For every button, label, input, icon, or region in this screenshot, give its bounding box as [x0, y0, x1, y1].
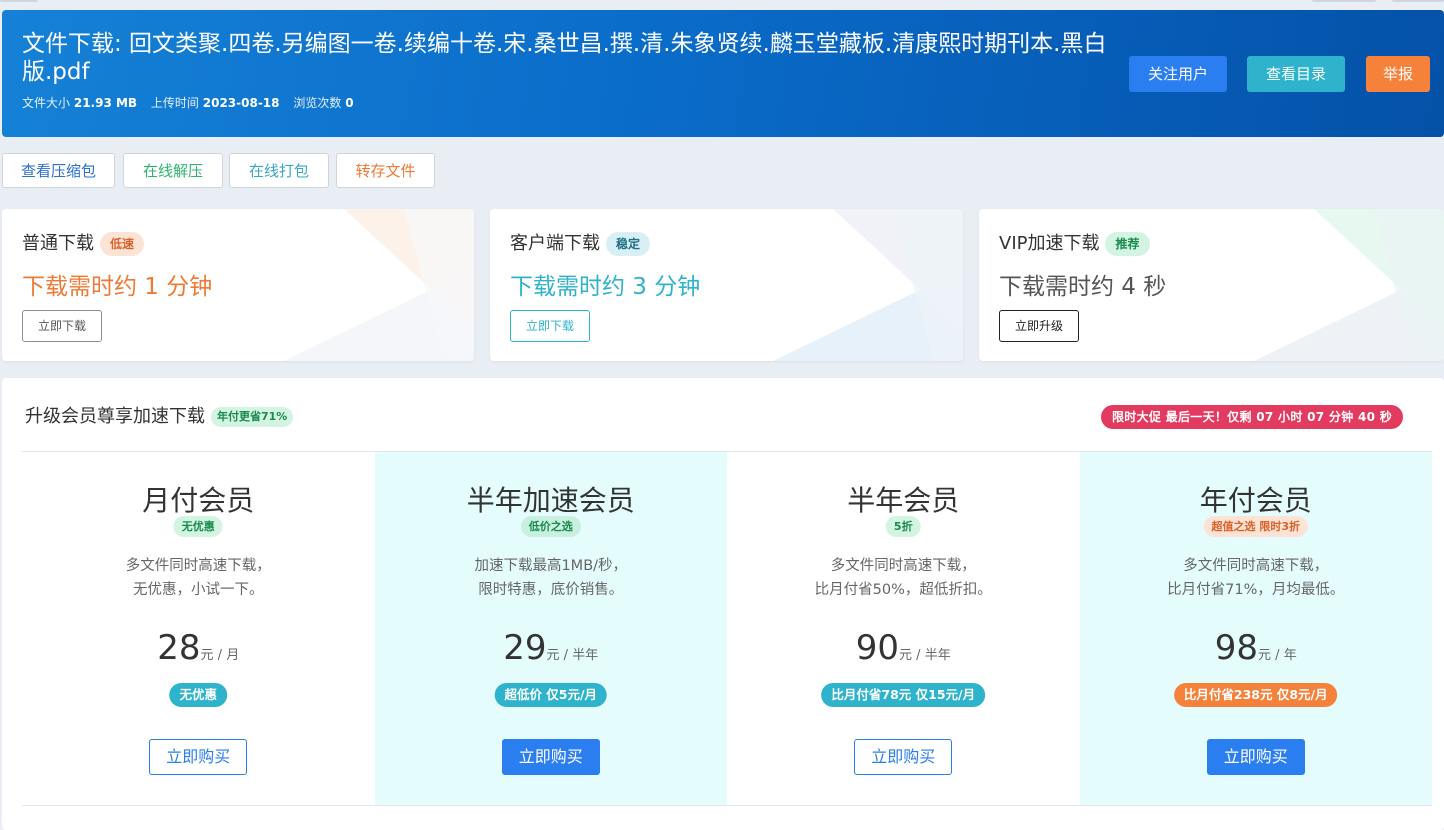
plan-tag: 低价之选 [520, 516, 581, 537]
plan-description: 多文件同时高速下载， 比月付省71%，月均最低。 [1167, 558, 1345, 598]
plan-name: 年付会员 [1199, 484, 1312, 517]
membership-title: 升级会员尊享加速下载 [25, 406, 205, 427]
buy-button[interactable]: 立即购买 [854, 739, 953, 775]
card-decoration [1254, 209, 1444, 361]
plan-savings-badge: 比月付省78元 仅15元/月 [821, 683, 986, 707]
plan-savings-badge: 比月付省238元 仅8元/月 [1173, 683, 1338, 707]
follow-user-button[interactable]: 关注用户 [1129, 56, 1227, 92]
file-title: 文件下载: 回文类聚.四卷.另编图一卷.续编十卷.宋.桑世昌.撰.清.朱象贤续.… [22, 31, 1107, 85]
plan-price: 98元 / 年 [1214, 628, 1297, 668]
pack-online-button[interactable]: 在线打包 [229, 153, 329, 188]
plan-half-year: 半年会员 5折 多文件同时高速下载， 比月付省50%，超低折扣。 90元 / 半… [727, 452, 1080, 805]
upgrade-button[interactable]: 立即升级 [999, 310, 1080, 342]
buy-button[interactable]: 立即购买 [1206, 739, 1305, 775]
plan-description: 加速下载最高1MB/秒， 限时特惠，底价销售。 [474, 558, 628, 598]
download-time: 下载需时约 3 分钟 [510, 274, 701, 300]
client-download-card: 客户端下载 稳定 下载需时约 3 分钟 立即下载 [490, 209, 963, 361]
plan-tag: 5折 [885, 516, 921, 537]
card-title: 客户端下载 [510, 233, 600, 254]
client-download-button[interactable]: 立即下载 [510, 310, 591, 342]
report-button[interactable]: 举报 [1366, 56, 1430, 92]
plan-savings-badge: 无优惠 [169, 683, 228, 707]
annual-save-badge: 年付更省71% [211, 407, 294, 427]
plan-half-year-speed: 半年加速会员 低价之选 加速下载最高1MB/秒， 限时特惠，底价销售。 29元 … [374, 452, 727, 805]
stable-badge: 稳定 [606, 232, 651, 256]
plan-tag: 无优惠 [173, 516, 223, 537]
view-catalog-button[interactable]: 查看目录 [1247, 56, 1345, 92]
top-tab-stub [0, 0, 38, 2]
plan-price: 28元 / 月 [157, 628, 240, 668]
plan-price: 90元 / 半年 [855, 628, 951, 668]
normal-download-card: 普通下载 低速 下载需时约 1 分钟 立即下载 [2, 209, 474, 361]
plan-savings-badge: 超低价 仅5元/月 [494, 683, 608, 707]
buy-button[interactable]: 立即购买 [149, 739, 248, 775]
plan-name: 半年会员 [847, 484, 960, 517]
view-archive-button[interactable]: 查看压缩包 [2, 153, 115, 188]
file-size: 文件大小 21.93 MB [22, 96, 138, 110]
extract-online-button[interactable]: 在线解压 [123, 153, 223, 188]
download-time: 下载需时约 4 秒 [999, 274, 1167, 300]
plan-list: 月付会员 无优惠 多文件同时高速下载， 无优惠，小试一下。 28元 / 月 无优… [22, 451, 1432, 806]
buy-button[interactable]: 立即购买 [501, 739, 600, 775]
membership-panel: 升级会员尊享加速下载 年付更省71% 限时大促 最后一天！仅剩 07 小时 07 … [2, 378, 1444, 830]
recommend-badge: 推荐 [1105, 232, 1150, 256]
speed-badge: 低速 [100, 232, 145, 256]
plan-annual: 年付会员 超值之选 限时3折 多文件同时高速下载， 比月付省71%，月均最低。 … [1079, 452, 1432, 805]
vip-download-card: VIP加速下载 推荐 下载需时约 4 秒 立即升级 [979, 209, 1444, 361]
file-header-banner: 文件下载: 回文类聚.四卷.另编图一卷.续编十卷.宋.桑世昌.撰.清.朱象贤续.… [2, 10, 1444, 137]
plan-tag: 超值之选 限时3折 [1203, 516, 1308, 537]
plan-name: 半年加速会员 [466, 484, 635, 517]
plan-description: 多文件同时高速下载， 无优惠，小试一下。 [125, 558, 271, 598]
view-count: 浏览次数 0 [293, 96, 354, 110]
plan-name: 月付会员 [142, 484, 255, 517]
promo-countdown: 限时大促 最后一天！仅剩 07 小时 07 分钟 40 秒 [1101, 405, 1404, 429]
normal-download-button[interactable]: 立即下载 [22, 310, 103, 342]
plan-description: 多文件同时高速下载， 比月付省50%，超低折扣。 [814, 558, 992, 598]
plan-monthly: 月付会员 无优惠 多文件同时高速下载， 无优惠，小试一下。 28元 / 月 无优… [22, 452, 375, 805]
card-title: 普通下载 [22, 233, 94, 254]
top-tab-stub [1392, 0, 1444, 2]
save-file-button[interactable]: 转存文件 [336, 153, 435, 188]
plan-price: 29元 / 半年 [503, 628, 599, 668]
card-decoration [284, 209, 474, 361]
download-time: 下载需时约 1 分钟 [22, 274, 213, 300]
file-meta: 文件大小 21.93 MB 上传时间 2023-08-18 浏览次数 0 [22, 94, 364, 111]
card-title: VIP加速下载 [999, 233, 1100, 254]
top-tab-stub [1312, 0, 1376, 2]
card-decoration [773, 209, 963, 361]
upload-time: 上传时间 2023-08-18 [150, 96, 280, 110]
